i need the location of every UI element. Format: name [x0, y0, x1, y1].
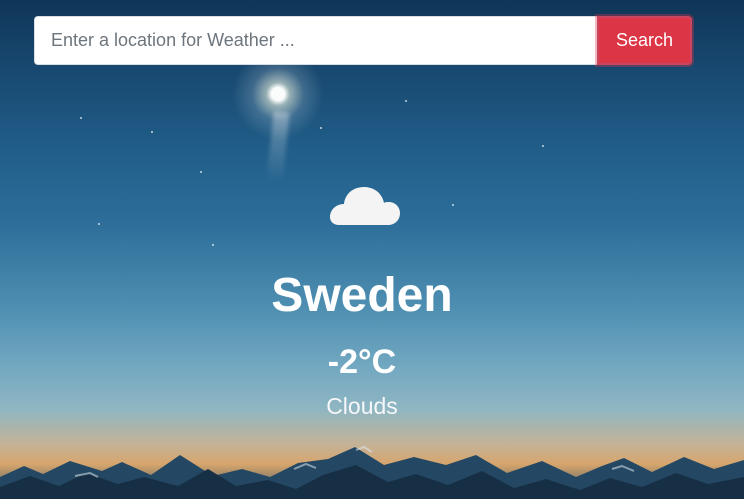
cloud-icon	[330, 187, 400, 225]
star	[151, 131, 153, 133]
star	[272, 93, 274, 95]
location-search-input[interactable]	[34, 16, 597, 65]
search-button[interactable]: Search	[597, 16, 692, 65]
search-bar: Search	[34, 16, 692, 65]
star	[98, 223, 100, 225]
star	[452, 204, 454, 206]
star	[542, 145, 544, 147]
star	[200, 171, 202, 173]
temperature-value: -2°C	[327, 343, 397, 381]
star	[405, 100, 407, 102]
weather-condition: Clouds	[326, 393, 398, 419]
star	[80, 117, 82, 119]
star	[212, 244, 214, 246]
mountain-range	[0, 445, 744, 499]
star	[320, 127, 322, 129]
location-name: Sweden	[271, 269, 453, 322]
